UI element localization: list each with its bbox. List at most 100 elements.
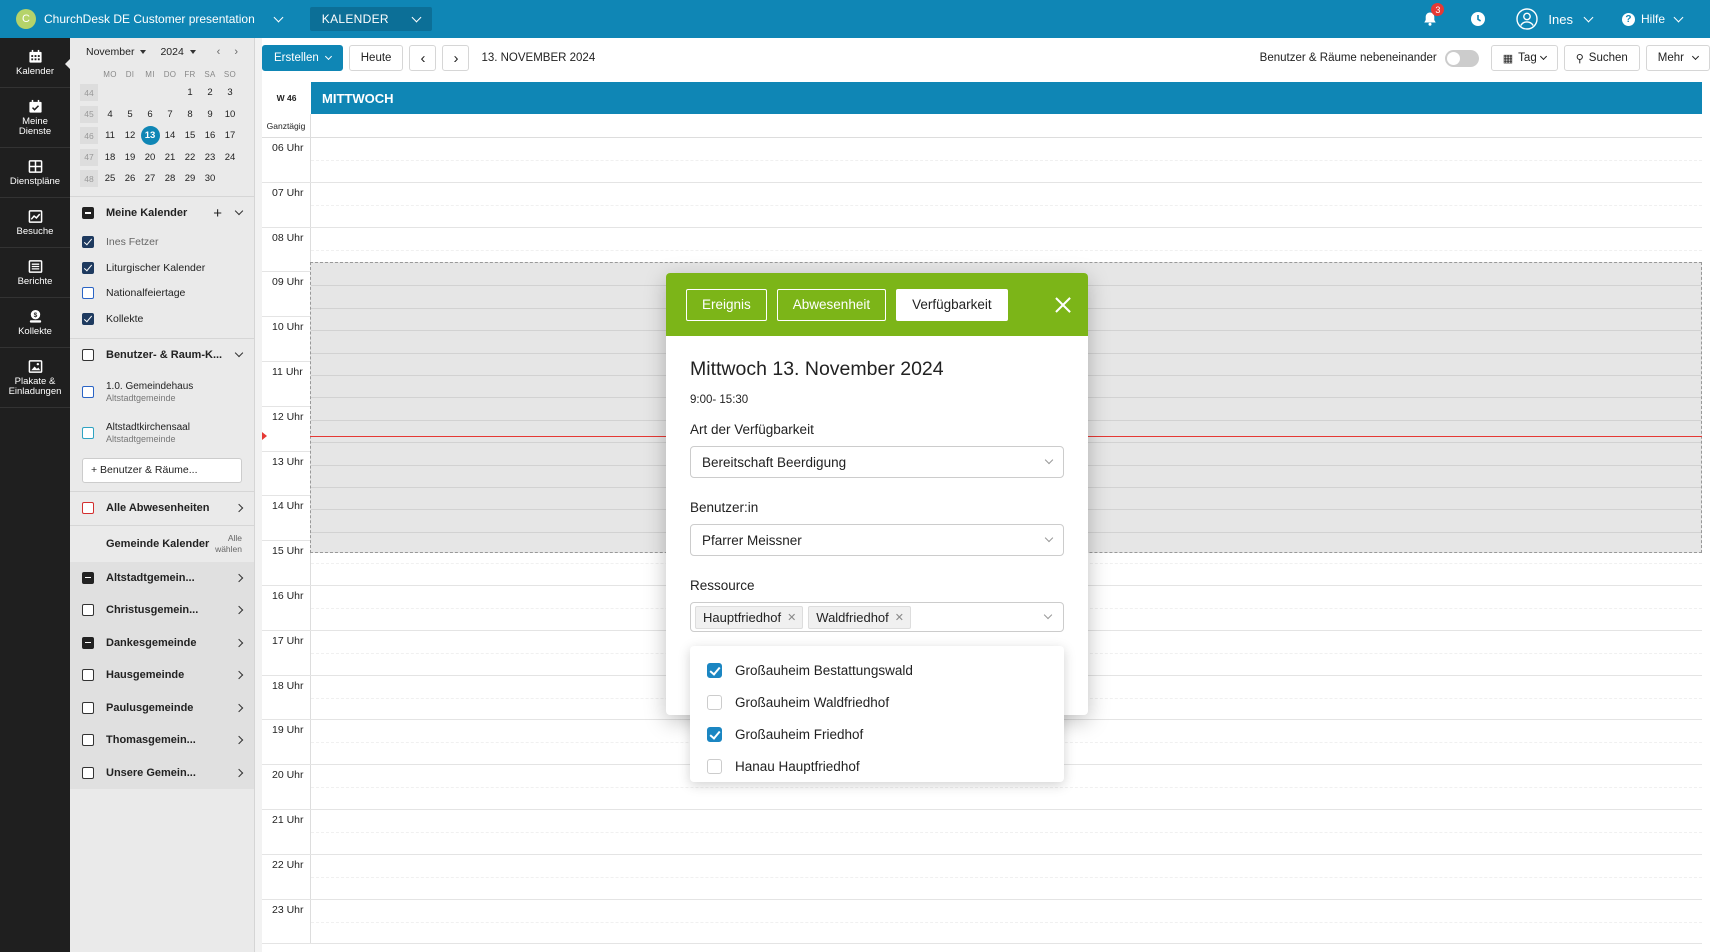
- side-by-side-toggle[interactable]: [1444, 49, 1479, 67]
- resource-option[interactable]: Großauheim Bestattungswald: [690, 654, 1064, 686]
- parish-item[interactable]: Unsere Gemein...: [70, 757, 254, 790]
- calendar-item[interactable]: Nationalfeiertage: [70, 281, 254, 307]
- nav-kollekte[interactable]: $ Kollekte: [0, 298, 70, 348]
- parish-item[interactable]: Thomasgemein...: [70, 724, 254, 757]
- absences-row[interactable]: Alle Abwesenheiten: [70, 492, 254, 525]
- calendar-item[interactable]: Ines Fetzer: [70, 230, 254, 256]
- calendar-item[interactable]: Liturgischer Kalender: [70, 255, 254, 281]
- chevron-down-icon[interactable]: [234, 206, 244, 216]
- day-cell[interactable]: 9: [200, 109, 220, 120]
- option-checkbox[interactable]: [707, 758, 722, 774]
- resource-select[interactable]: Hauptfriedhof ✕ Waldfriedhof ✕: [690, 602, 1064, 632]
- next-month-icon[interactable]: ›: [234, 46, 238, 58]
- next-day-button[interactable]: ›: [442, 45, 470, 71]
- create-button[interactable]: Erstellen: [262, 45, 343, 71]
- org-switcher[interactable]: C ChurchDesk DE Customer presentation: [0, 0, 284, 38]
- tab-abwesenheit[interactable]: Abwesenheit: [776, 288, 887, 321]
- module-switcher[interactable]: KALENDER: [309, 7, 432, 31]
- allday-row[interactable]: Ganztägig: [262, 114, 1702, 138]
- room-item[interactable]: 1.0. Gemeindehaus Altstadtgemeinde: [70, 372, 254, 413]
- chevron-down-icon[interactable]: [234, 348, 244, 358]
- remove-tag-icon[interactable]: ✕: [787, 611, 796, 624]
- option-checkbox[interactable]: [707, 694, 722, 710]
- day-cell[interactable]: 11: [100, 130, 120, 141]
- nav-meine-dienste[interactable]: Meine Dienste: [0, 88, 70, 148]
- week-number[interactable]: 45: [80, 105, 98, 123]
- day-cell[interactable]: 6: [140, 109, 160, 120]
- day-cell[interactable]: 26: [120, 173, 140, 184]
- week-number[interactable]: 48: [80, 170, 98, 188]
- tab-verfuegbarkeit[interactable]: Verfügbarkeit: [896, 288, 1008, 321]
- day-cell[interactable]: 12: [120, 130, 140, 141]
- resource-option[interactable]: Großauheim Waldfriedhof: [690, 686, 1064, 718]
- prev-month-icon[interactable]: ‹: [217, 46, 221, 58]
- calendar-checkbox[interactable]: [82, 312, 94, 325]
- day-cell[interactable]: 4: [100, 109, 120, 120]
- day-cell[interactable]: 19: [120, 152, 140, 163]
- day-cell[interactable]: 10: [220, 109, 240, 120]
- day-cell[interactable]: 5: [120, 109, 140, 120]
- day-cell[interactable]: 27: [140, 173, 160, 184]
- plus-icon[interactable]: +: [213, 206, 222, 221]
- more-button[interactable]: Mehr: [1645, 45, 1710, 71]
- hour-slot[interactable]: [311, 810, 1702, 854]
- nav-kalender[interactable]: Kalender: [0, 38, 71, 88]
- week-number[interactable]: 47: [80, 148, 98, 166]
- day-cell[interactable]: 2: [200, 87, 220, 98]
- option-checkbox[interactable]: [707, 726, 722, 742]
- hour-slot[interactable]: [311, 138, 1702, 182]
- parish-item[interactable]: Dankesgemeinde: [70, 627, 254, 660]
- day-cell[interactable]: 24: [220, 152, 240, 163]
- parish-item[interactable]: Altstadtgemein...: [70, 562, 254, 595]
- calendar-checkbox[interactable]: [82, 236, 94, 249]
- resource-option[interactable]: Großauheim Friedhof: [690, 718, 1064, 750]
- add-users-rooms-button[interactable]: + Benutzer & Räume...: [82, 457, 242, 483]
- time-range[interactable]: 9:00- 15:30: [690, 394, 1064, 406]
- parish-item[interactable]: Paulusgemeinde: [70, 692, 254, 725]
- parish-item[interactable]: Christusgemein...: [70, 594, 254, 627]
- day-cell[interactable]: 18: [100, 152, 120, 163]
- nav-besuche[interactable]: Besuche: [0, 198, 70, 248]
- users-rooms-header[interactable]: Benutzer- & Raum-K...: [70, 339, 254, 372]
- group-checkbox[interactable]: [82, 207, 94, 219]
- close-icon[interactable]: [1054, 296, 1072, 314]
- room-item[interactable]: Altstadtkirchensaal Altstadtgemeinde: [70, 413, 254, 454]
- hour-slot[interactable]: [311, 183, 1702, 227]
- day-cell[interactable]: 22: [180, 152, 200, 163]
- search-button[interactable]: ⚲ Suchen: [1563, 45, 1640, 71]
- user-select[interactable]: Pfarrer Meissner: [690, 524, 1064, 556]
- day-cell[interactable]: 20: [140, 152, 160, 163]
- nav-berichte[interactable]: Berichte: [0, 248, 70, 298]
- hour-slot[interactable]: [311, 855, 1702, 899]
- help-menu[interactable]: ? Hilfe: [1621, 12, 1684, 26]
- day-cell[interactable]: 25: [100, 173, 120, 184]
- parish-checkbox[interactable]: [82, 669, 94, 682]
- day-cell[interactable]: 16: [200, 130, 220, 141]
- calendar-checkbox[interactable]: [82, 287, 94, 300]
- resource-option[interactable]: Hanau Hauptfriedhof: [690, 750, 1064, 782]
- user-menu[interactable]: Ines: [1516, 8, 1594, 30]
- today-button[interactable]: Heute: [348, 45, 404, 71]
- absences-checkbox[interactable]: [82, 502, 94, 514]
- week-number[interactable]: 46: [80, 127, 98, 145]
- day-cell[interactable]: 28: [160, 173, 180, 184]
- group-checkbox[interactable]: [82, 349, 94, 361]
- day-cell[interactable]: 17: [220, 130, 240, 141]
- select-all-link[interactable]: Alle wählen: [210, 533, 242, 553]
- remove-tag-icon[interactable]: ✕: [895, 611, 904, 624]
- month-select[interactable]: November: [86, 46, 147, 58]
- day-cell[interactable]: 29: [180, 173, 200, 184]
- parish-checkbox[interactable]: [82, 604, 94, 617]
- day-name[interactable]: MITTWOCH: [311, 82, 1702, 114]
- option-checkbox[interactable]: [707, 662, 722, 678]
- calendar-item[interactable]: Kollekte: [70, 306, 254, 332]
- day-cell[interactable]: 1: [180, 87, 200, 98]
- week-number[interactable]: 44: [80, 84, 98, 102]
- availability-type-select[interactable]: Bereitschaft Beerdigung: [690, 446, 1064, 478]
- day-cell[interactable]: 7: [160, 109, 180, 120]
- day-cell[interactable]: 13: [140, 126, 160, 146]
- day-cell[interactable]: 8: [180, 109, 200, 120]
- hour-slot[interactable]: [311, 900, 1702, 944]
- my-calendars-header[interactable]: Meine Kalender +: [70, 197, 254, 230]
- calendar-checkbox[interactable]: [82, 261, 94, 274]
